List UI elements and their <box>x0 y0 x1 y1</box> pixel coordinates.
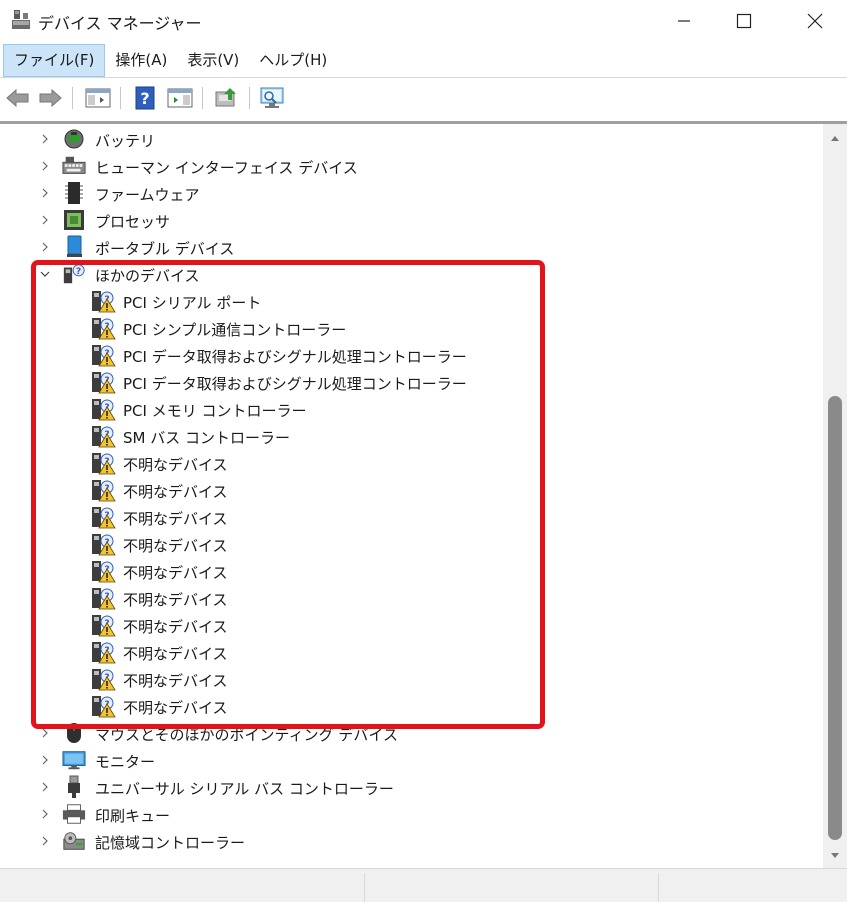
title-bar: デバイス マネージャー <box>0 0 847 42</box>
chevron-right-icon[interactable] <box>38 780 52 794</box>
device-manager-icon <box>12 10 30 29</box>
console-tree-button[interactable] <box>84 85 112 111</box>
device-tree[interactable]: バッテリ ヒューマン インターフェイス デバイス ファームウェア プロセッサ ポ… <box>0 124 823 868</box>
chevron-right-icon[interactable] <box>38 834 52 848</box>
maximize-button[interactable] <box>712 0 776 42</box>
maximize-icon <box>736 13 752 29</box>
tree-node-label: 印刷キュー <box>95 807 171 825</box>
menu-file[interactable]: ファイル(F) <box>3 44 106 77</box>
back-button[interactable] <box>5 85 31 111</box>
toolbar: ? <box>0 79 847 117</box>
back-icon <box>6 88 29 108</box>
update-driver-button[interactable] <box>212 85 240 111</box>
chevron-right-icon[interactable] <box>38 186 52 200</box>
chevron-right-icon[interactable] <box>38 132 52 146</box>
tree-node-usb[interactable]: ユニバーサル シリアル バス コントローラー <box>0 774 800 801</box>
scrollbar-thumb[interactable] <box>828 396 842 840</box>
action-pane-icon <box>167 88 193 108</box>
chevron-right-icon[interactable] <box>38 753 52 767</box>
tree-node-label: ファームウェア <box>95 186 200 204</box>
tree-node-print-queues[interactable]: 印刷キュー <box>0 801 800 828</box>
close-button[interactable] <box>783 0 847 42</box>
tree-node-label: モニター <box>95 753 156 771</box>
tree-node-hid[interactable]: ヒューマン インターフェイス デバイス <box>0 153 800 180</box>
status-divider <box>658 873 659 902</box>
window-title: デバイス マネージャー <box>38 14 202 33</box>
action-pane-button[interactable] <box>166 85 194 111</box>
close-icon <box>807 13 823 29</box>
scroll-down-button[interactable] <box>823 846 847 866</box>
chevron-right-icon[interactable] <box>38 213 52 227</box>
tree-node-portable-devices[interactable]: ポータブル デバイス <box>0 234 800 261</box>
scan-hardware-icon <box>260 87 284 108</box>
help-icon: ? <box>135 86 155 110</box>
status-divider <box>364 873 365 902</box>
firmware-icon <box>62 182 86 204</box>
minimize-icon <box>678 20 690 22</box>
forward-icon <box>39 88 62 108</box>
hid-icon <box>62 155 86 177</box>
chevron-right-icon[interactable] <box>38 159 52 173</box>
storage-controller-icon <box>62 830 86 852</box>
menu-view[interactable]: 表示(V) <box>177 44 249 77</box>
scroll-up-button[interactable] <box>823 128 847 148</box>
toolbar-separator <box>120 87 121 109</box>
tree-node-label: プロセッサ <box>95 213 171 231</box>
help-button[interactable]: ? <box>133 85 157 111</box>
tree-node-firmware[interactable]: ファームウェア <box>0 180 800 207</box>
chevron-right-icon[interactable] <box>38 240 52 254</box>
tree-node-storage-controllers[interactable]: 記憶域コントローラー <box>0 828 800 855</box>
tree-node-processor[interactable]: プロセッサ <box>0 207 800 234</box>
minimize-button[interactable] <box>652 0 716 42</box>
tree-node-monitors[interactable]: モニター <box>0 747 800 774</box>
toolbar-separator <box>202 87 203 109</box>
red-highlight-box <box>31 260 545 729</box>
tree-node-label: ユニバーサル シリアル バス コントローラー <box>95 780 394 798</box>
tree-node-label: バッテリ <box>95 132 156 150</box>
chevron-right-icon[interactable] <box>38 807 52 821</box>
menu-help[interactable]: ヘルプ(H) <box>249 44 337 77</box>
forward-button[interactable] <box>37 85 63 111</box>
show-hide-console-tree-icon <box>85 88 111 108</box>
printer-icon <box>62 803 86 825</box>
svg-text:?: ? <box>140 89 149 108</box>
portable-device-icon <box>62 235 86 258</box>
update-driver-icon <box>215 88 236 107</box>
menu-bar: ファイル(F) 操作(A) 表示(V) ヘルプ(H) <box>0 44 847 77</box>
toolbar-separator <box>72 87 73 109</box>
tree-node-label: ヒューマン インターフェイス デバイス <box>95 159 358 177</box>
processor-icon <box>62 209 86 231</box>
tree-node-battery[interactable]: バッテリ <box>0 126 800 153</box>
arrow-up-icon <box>831 136 839 141</box>
monitor-icon <box>62 749 86 771</box>
toolbar-separator <box>249 87 250 109</box>
scan-hardware-button[interactable] <box>258 85 286 111</box>
usb-icon <box>62 775 86 798</box>
tree-node-label: 記憶域コントローラー <box>95 834 246 852</box>
vertical-scrollbar[interactable] <box>823 124 847 868</box>
tree-node-label: ポータブル デバイス <box>95 240 235 258</box>
menubar-divider <box>0 77 847 78</box>
status-bar <box>0 868 847 902</box>
menu-action[interactable]: 操作(A) <box>105 44 177 77</box>
battery-icon <box>62 128 86 150</box>
arrow-down-icon <box>831 853 839 858</box>
